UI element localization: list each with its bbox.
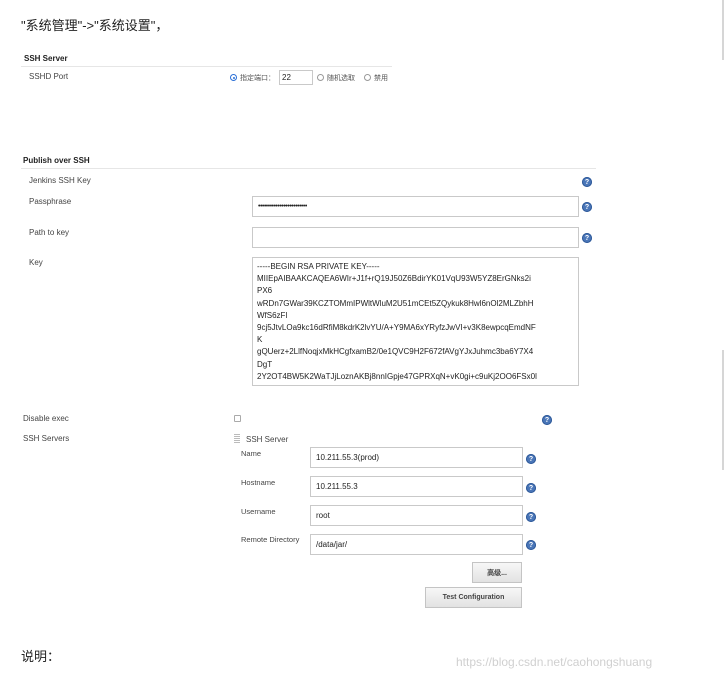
intro-text: "系统管理"->"系统设置"， (21, 18, 169, 33)
path-to-key-label: Path to key (29, 228, 70, 237)
key-textarea[interactable]: -----BEGIN RSA PRIVATE KEY----- MIIEpAIB… (252, 257, 579, 386)
key-line: DgT (257, 359, 273, 369)
key-line: wRDn7GWar39KCZTOMmIPWltWluM2U51mCEt5ZQyk… (257, 298, 534, 308)
watermark: https://blog.csdn.net/caohongshuang (456, 655, 653, 669)
radio-specified-port-label: 指定端口： (240, 75, 275, 82)
remote-directory-label: Remote Directory (241, 535, 300, 544)
disable-exec-checkbox[interactable] (234, 415, 241, 422)
passphrase-input[interactable]: ••••••••••••••••••••••••• (252, 196, 579, 217)
section-divider (21, 168, 596, 169)
scrollbar[interactable] (722, 0, 724, 60)
radio-disable-label: 禁用 (374, 75, 388, 82)
key-line: K (257, 335, 263, 345)
sshd-port-input[interactable]: 22 (279, 70, 313, 85)
username-label: Username (241, 507, 276, 516)
key-line: gQUerz+2LlfNoqjxMkHCgfxamB2/0e1QVC9H2F67… (257, 347, 534, 357)
sshd-port-label: SSHD Port (29, 72, 69, 81)
advanced-button[interactable]: 高级... (472, 562, 522, 583)
hostname-label: Hostname (241, 478, 276, 487)
path-to-key-input[interactable] (252, 227, 579, 248)
username-input[interactable]: root (310, 505, 523, 526)
footer-text: 说明： (21, 649, 61, 664)
key-line: -----BEGIN RSA PRIVATE KEY----- (257, 262, 380, 271)
server-name-label: Name (241, 449, 262, 458)
drag-handle-icon[interactable] (234, 434, 240, 444)
help-icon[interactable]: ? (582, 202, 592, 212)
radio-random-port[interactable] (317, 74, 324, 81)
publish-over-ssh-section-title: Publish over SSH (23, 156, 90, 165)
key-line: MIIEpAIBAAKCAQEA6WIr+J1f+rQ19J50Z6BdirYK… (257, 274, 531, 284)
key-line: PX6 (257, 286, 273, 296)
hostname-input[interactable]: 10.211.55.3 (310, 476, 523, 497)
help-icon[interactable]: ? (526, 483, 536, 493)
key-label: Key (29, 258, 43, 267)
test-configuration-button[interactable]: Test Configuration (425, 587, 522, 608)
jenkins-ssh-key-label: Jenkins SSH Key (29, 176, 91, 185)
ssh-server-section-title: SSH Server (24, 54, 68, 63)
radio-random-port-label: 随机选取 (327, 75, 355, 82)
help-icon[interactable]: ? (582, 233, 592, 243)
help-icon[interactable]: ? (526, 540, 536, 550)
help-icon[interactable]: ? (542, 415, 552, 425)
section-divider (21, 66, 392, 67)
server-name-input[interactable]: 10.211.55.3(prod) (310, 447, 523, 468)
ssh-server-header: SSH Server (246, 435, 289, 444)
help-icon[interactable]: ? (526, 512, 536, 522)
key-line: 2Y2OT4BW5K2WaTJjLoznAKBj8nnIGpje47GPRXqN… (257, 371, 537, 381)
key-line: WfS6zFl (257, 310, 288, 320)
radio-disable[interactable] (364, 74, 371, 81)
scrollbar[interactable] (722, 350, 724, 470)
key-line: 9cj5JtvLOa9kc16dRfiM8kdrK2lvYU/A+Y9MA6xY… (257, 323, 536, 333)
remote-directory-input[interactable]: /data/jar/ (310, 534, 523, 555)
radio-specified-port[interactable] (230, 74, 237, 81)
ssh-servers-label: SSH Servers (23, 434, 70, 443)
help-icon[interactable]: ? (582, 177, 592, 187)
disable-exec-label: Disable exec (23, 414, 69, 423)
help-icon[interactable]: ? (526, 454, 536, 464)
passphrase-label: Passphrase (29, 197, 72, 206)
